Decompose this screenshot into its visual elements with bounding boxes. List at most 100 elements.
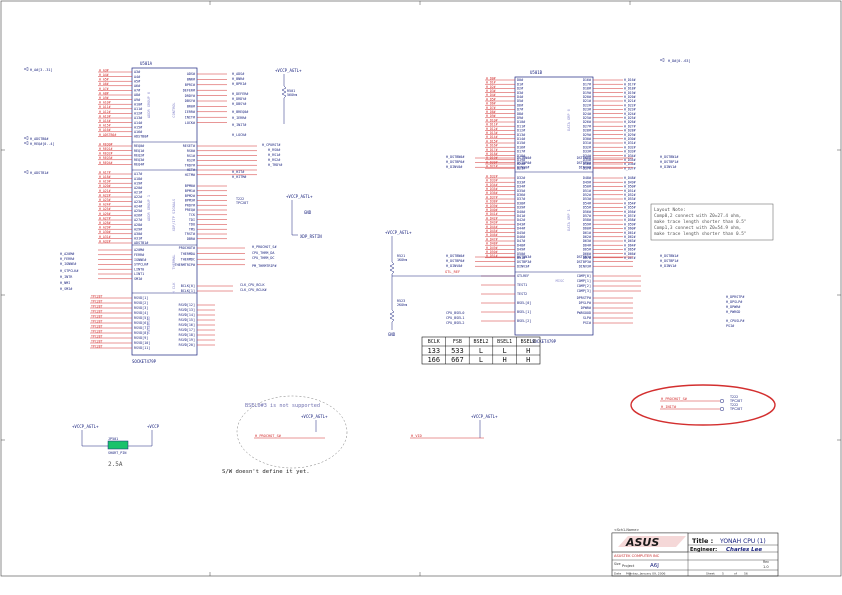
u501a-b-pin-name: A21# xyxy=(134,191,143,195)
sheet-border xyxy=(0,0,842,577)
bsel-table-cell: 166 xyxy=(427,356,440,364)
u501a-a-net-label: H_A12# xyxy=(99,110,111,114)
resistor-r523-symbol xyxy=(389,309,395,323)
u501a-req-net-label: H_REQ4# xyxy=(99,161,113,165)
u501a-a-net-label: H_A5# xyxy=(99,78,109,82)
date-label: Date xyxy=(614,572,621,576)
net-label: H_LOCK# xyxy=(232,133,247,137)
u501b-pwr-pin-name: PSI# xyxy=(583,321,592,325)
u501a-a-net-label: H_A7# xyxy=(99,87,109,91)
u501a-rs-pin-name: RESET# xyxy=(183,144,196,148)
gtl-ref-net: GTL_REF xyxy=(445,270,460,274)
net-label: H_RS0# xyxy=(268,148,281,152)
u501b-strobe-bl-pin-name: DSTBN3# xyxy=(517,255,532,259)
title-label: Title : xyxy=(692,537,713,545)
layout-note-line-1: Layout Note: xyxy=(654,207,686,213)
net-label: CPU_BSEL2 xyxy=(446,321,464,325)
u501a-b-net-label: H_A23# xyxy=(99,198,111,202)
rev-value: 1.0 xyxy=(763,565,769,569)
u501a-req-pin-name: REQ0# xyxy=(134,144,145,148)
u501a-a-net-label: H_A14# xyxy=(99,119,111,123)
vccp-agtl-label-2: +VCCP_AGTL+ xyxy=(286,194,313,199)
u501b-strobe-l-pin-name: DSTBP0# xyxy=(517,161,532,165)
r523-value: 2KOhm xyxy=(397,303,407,307)
u501a-therm-pin-name: THERMDC xyxy=(181,257,195,261)
highlight-tp-type-2: TPC28T xyxy=(730,407,742,411)
u501a-b-net-label: H_A18# xyxy=(99,175,111,179)
u501a-bpm-pin-name: DBR# xyxy=(187,237,196,241)
resistor-r521-symbol xyxy=(389,261,395,275)
u501a-rsvd-net-label: TPC28T xyxy=(91,309,103,313)
company-name: ASUSTEK COMPUTER INC xyxy=(614,554,660,558)
u501b-pwr-pin-name: DPSLP# xyxy=(579,301,592,305)
resistor-r501: +VCCP_AGTL+ R501 56Ohm xyxy=(275,68,302,124)
net-label: H_CPUSLP# xyxy=(726,319,745,323)
u501a-ctrl-pin-name: LOCK# xyxy=(185,121,196,125)
u501b-comp-pin-name: COMP[1] xyxy=(577,279,591,283)
u501b-strobe-l-pin-name: DSTBN0# xyxy=(517,156,532,160)
u501a-group-label: H CLK xyxy=(172,282,176,294)
u501a-rsvd-net-label: TPC28T xyxy=(91,329,103,333)
u501a-a-pin-name: A8# xyxy=(134,93,141,97)
u501a-rsvd-r-pin-name: RSVD[12] xyxy=(179,303,195,307)
jumper-body xyxy=(107,440,129,450)
u501a-bpm-pin-name: TRST# xyxy=(185,232,196,236)
u501b-pwr-pin-name: DPWR# xyxy=(581,306,592,310)
bsel-table-cell: 133 xyxy=(427,347,440,355)
u501a-bpm-pin-name: TDO xyxy=(189,223,195,227)
u501a-b-net-label: H_A26# xyxy=(99,212,111,216)
bsel-table: BCLK FSB BSEL2 BSEL1 BSEL0133 533 L L H166 667 L H H xyxy=(421,336,541,365)
net-label: H_DINV0# xyxy=(446,264,463,268)
net-label: H_D#[0..63] xyxy=(668,59,690,63)
u501a-ref: U501A xyxy=(140,61,153,66)
u501a-ctrl-pin-name: ADS# xyxy=(187,72,196,76)
bsel-table-header: BSEL2 xyxy=(473,339,488,345)
net-label: H_DSTBP0# xyxy=(446,259,465,263)
zone-ticks xyxy=(1,1,841,576)
net-label: CPU_THRM_DC xyxy=(252,256,274,260)
u501a-a-net-label: H_A3# xyxy=(99,68,109,72)
u501a-a-net-label: H_A4# xyxy=(99,73,109,77)
jumper-ref: JP501 xyxy=(108,437,118,441)
u501a-misc-pin-name: LINT0 xyxy=(134,267,144,271)
net-label: CLK_CPU_BCLK# xyxy=(240,288,267,292)
bsel-table-header: BSEL0 xyxy=(521,339,536,345)
net-label: H_DSTBP1# xyxy=(660,259,679,263)
u501a-rsvd-r-pin-name: RSVD[13] xyxy=(179,308,195,312)
u501a-rsvd-net-label: TPC28T xyxy=(91,294,103,298)
u501b-misc-pin-name: GTLREF xyxy=(517,274,529,278)
u501b-strobe-r-pin-name: DSTBP0# xyxy=(577,161,592,165)
net-label: H_REQ#[0..4] xyxy=(30,142,55,146)
u501a-req-pin-name: REQ4# xyxy=(134,163,145,167)
net-label: H_RS2# xyxy=(268,158,281,162)
u501a-b-pin-name: A30# xyxy=(134,232,143,236)
u501a-a-pin-name: A16# xyxy=(134,130,143,134)
u501a-clk-pin-name: BCLK[0] xyxy=(181,284,195,288)
u501a-b-pin-name: A28# xyxy=(134,223,143,227)
u501a-a-pin-name: A13# xyxy=(134,116,143,120)
net-label: H_ADSTB0# xyxy=(30,137,49,141)
u501a-rsvd-r-pin-name: RSVD[18] xyxy=(179,333,195,337)
u501a-misc-pin-name: IGNNE# xyxy=(134,258,147,262)
u501a-a-pin-name: A7# xyxy=(134,89,141,93)
u501a-rsvd-net-label: TPC28T xyxy=(91,324,103,328)
bsel-note-text: BSEL0#3 is not supported xyxy=(245,403,320,409)
bsel-table-cell: H xyxy=(526,347,530,355)
vccp-agtl-label-5: +VCCP_AGTL+ xyxy=(471,414,498,419)
u501a-a-pin-name: A14# xyxy=(134,121,143,125)
u501a-group-label: ADDR GROUP 0 xyxy=(147,92,151,118)
tp-type: TPC28T xyxy=(236,201,248,205)
u501a-group-label: CONTROL xyxy=(172,102,176,117)
u501b-pwr-pin-name: PWRGOOD xyxy=(577,311,591,315)
engineer-value: Charles Lee xyxy=(726,547,762,553)
engineer-label: Engineer: xyxy=(690,547,717,553)
vccp-agtl-label-4: +VCCP_AGTL+ xyxy=(301,414,328,419)
u501b-strobe-br-pin-name: DSTBN3# xyxy=(577,255,592,259)
of-label: of xyxy=(734,572,738,576)
u501a-bpm-pin-name: BPM0# xyxy=(185,184,196,188)
u501a-b-net-label: H_A29# xyxy=(99,226,111,230)
net-label: H_DRDY# xyxy=(232,97,247,101)
net-label: H_DPSLP# xyxy=(726,300,743,304)
net-label: H_ADS# xyxy=(232,72,245,76)
net-label: H_ADSTB1# xyxy=(30,171,49,175)
